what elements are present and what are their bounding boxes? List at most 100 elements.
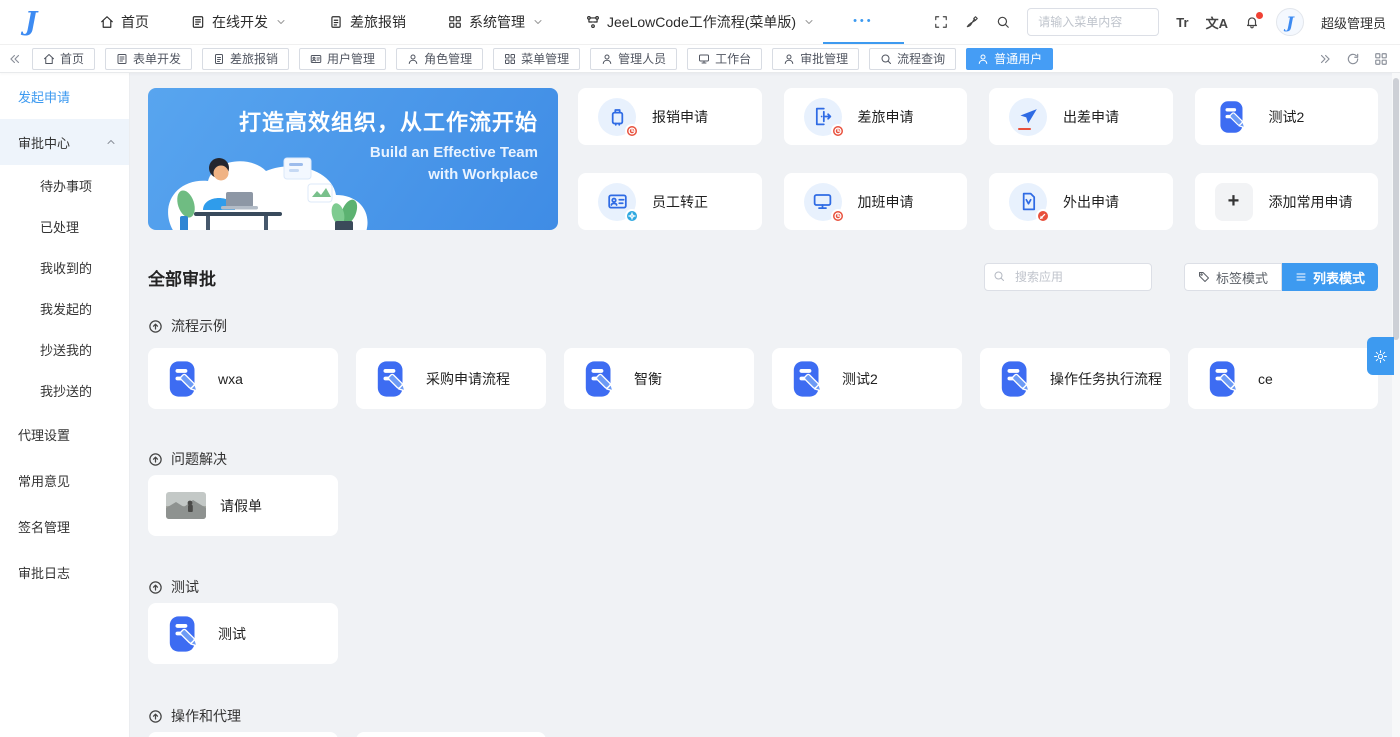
nav-more-button[interactable]: •••	[823, 0, 904, 44]
app-card-ce[interactable]: ce	[1188, 348, 1378, 409]
banner-illustration	[156, 132, 378, 230]
tab-user-mgmt[interactable]: 用户管理	[299, 48, 386, 70]
test-cards: 测试	[148, 603, 1378, 664]
tab-label: 首页	[60, 50, 84, 67]
tab-layout-grid-icon[interactable]	[1374, 52, 1388, 66]
section-header-test[interactable]: 测试	[148, 577, 1378, 597]
tab-flow-query[interactable]: 流程查询	[869, 48, 956, 70]
tab-home[interactable]: 首页	[32, 48, 95, 70]
door-exit-icon	[804, 98, 842, 136]
vertical-scrollbar[interactable]	[1392, 73, 1400, 737]
tag-mode-button[interactable]: 标签模式	[1184, 263, 1282, 291]
tab-workbench[interactable]: 工作台	[687, 48, 762, 70]
sidebar-item-approval-log[interactable]: 审批日志	[0, 549, 129, 595]
tab-travel-expense[interactable]: 差旅报销	[202, 48, 289, 70]
flow-doc-icon	[166, 360, 204, 398]
quick-app-overtime[interactable]: 加班申请	[784, 173, 968, 230]
tab-form-dev[interactable]: 表单开发	[105, 48, 192, 70]
tab-menu-mgmt[interactable]: 菜单管理	[493, 48, 580, 70]
doc-icon	[329, 15, 343, 29]
tabs-scroll-right-icon[interactable]	[1318, 52, 1332, 66]
quick-app-label: 添加常用申请	[1269, 192, 1353, 212]
quick-app-travel[interactable]: 差旅申请	[784, 88, 968, 145]
app-card-purchase-flow[interactable]: 采购申请流程	[356, 348, 546, 409]
nav-online-dev[interactable]: 在线开发	[191, 0, 287, 44]
tab-approval-mgmt[interactable]: 审批管理	[772, 48, 859, 70]
quick-app-label: 加班申请	[858, 192, 914, 212]
quick-app-business-trip[interactable]: 出差申请	[989, 88, 1173, 145]
sidebar-item-cc-to-me[interactable]: 抄送我的	[0, 329, 129, 370]
sidebar-group-approval-center[interactable]: 审批中心	[0, 119, 129, 165]
nav-travel-expense[interactable]: 差旅报销	[329, 0, 406, 44]
sidebar-item-label: 我收到的	[40, 258, 92, 277]
section-header-ops-and-proxy[interactable]: 操作和代理	[148, 706, 1378, 726]
tab-normal-user[interactable]: 普通用户	[966, 48, 1053, 70]
gear-icon	[1373, 349, 1388, 364]
quick-app-label: 报销申请	[652, 107, 708, 127]
nav-jeelowcode-workflow[interactable]: JeeLowCode工作流程(菜单版)	[586, 0, 815, 44]
sidebar-item-label: 我抄送的	[40, 381, 92, 400]
list-mode-button[interactable]: 列表模式	[1282, 263, 1378, 291]
app-logo[interactable]: J	[0, 7, 62, 37]
tabs-scroll-left-icon[interactable]	[8, 52, 22, 66]
fullscreen-icon[interactable]	[934, 15, 948, 29]
sidebar-item-todo[interactable]: 待办事项	[0, 165, 129, 206]
sidebar-item-label: 发起申请	[18, 87, 70, 106]
quick-app-label: 出差申请	[1063, 107, 1119, 127]
app-card-partial[interactable]	[356, 732, 546, 737]
quick-app-test2[interactable]: 测试2	[1195, 88, 1379, 145]
menu-search-input[interactable]	[1027, 8, 1159, 36]
app-card-zhiheng[interactable]: 智衡	[564, 348, 754, 409]
settings-gear-button[interactable]	[1367, 337, 1394, 375]
app-card-task-exec-flow[interactable]: 操作任务执行流程	[980, 348, 1170, 409]
app-card-wxa[interactable]: wxa	[148, 348, 338, 409]
quick-app-expense[interactable]: 报销申请	[578, 88, 762, 145]
tab-bar: 首页 表单开发 差旅报销 用户管理 角色管理 菜单管理 管理人员 工作台 审批管…	[0, 45, 1400, 73]
sidebar-item-label: 我发起的	[40, 299, 92, 318]
list-mode-label: 列表模式	[1313, 268, 1365, 287]
quick-app-go-out[interactable]: 外出申请	[989, 173, 1173, 230]
section-header-flow-examples[interactable]: 流程示例	[148, 316, 1378, 336]
open-tabs: 首页 表单开发 差旅报销 用户管理 角色管理 菜单管理 管理人员 工作台 审批管…	[32, 48, 1308, 70]
refresh-icon[interactable]	[1346, 52, 1360, 66]
translate-icon[interactable]: 文A	[1206, 13, 1228, 32]
notification-bell-icon[interactable]	[1245, 15, 1259, 29]
app-card-test[interactable]: 测试	[148, 603, 338, 664]
sidebar-item-label: 抄送我的	[40, 340, 92, 359]
scrollbar-thumb[interactable]	[1393, 78, 1399, 340]
sidebar-item-received[interactable]: 我收到的	[0, 247, 129, 288]
quick-app-regularization[interactable]: 员工转正	[578, 173, 762, 230]
sidebar-item-my-cc[interactable]: 我抄送的	[0, 370, 129, 411]
tab-role-mgmt[interactable]: 角色管理	[396, 48, 483, 70]
sidebar-item-processed[interactable]: 已处理	[0, 206, 129, 247]
flow-doc-icon	[582, 360, 620, 398]
quick-app-label: 员工转正	[652, 192, 708, 212]
section-header-problem-solving[interactable]: 问题解决	[148, 449, 1378, 469]
theme-brush-icon[interactable]	[965, 15, 979, 29]
username[interactable]: 超级管理员	[1321, 13, 1386, 32]
sidebar-item-initiated[interactable]: 我发起的	[0, 288, 129, 329]
section-title: 测试	[171, 577, 199, 597]
app-card-label: 测试	[218, 624, 246, 644]
search-icon[interactable]	[996, 15, 1010, 29]
quick-app-label: 差旅申请	[858, 107, 914, 127]
font-size-icon[interactable]: Tr	[1176, 15, 1188, 30]
nav-home[interactable]: 首页	[100, 0, 149, 44]
quick-app-add-favorite[interactable]: + 添加常用申请	[1195, 173, 1379, 230]
app-card-leave-form[interactable]: 请假单	[148, 475, 338, 536]
page-layout: 发起申请 审批中心 待办事项 已处理 我收到的 我发起的 抄送我的 我抄送的 代…	[0, 73, 1400, 737]
sidebar-item-signature-mgmt[interactable]: 签名管理	[0, 503, 129, 549]
plus-icon: +	[1215, 183, 1253, 221]
tabbar-controls	[1318, 52, 1392, 66]
nav-system-mgmt[interactable]: 系统管理	[448, 0, 544, 44]
tab-admins[interactable]: 管理人员	[590, 48, 677, 70]
sidebar-item-common-opinions[interactable]: 常用意见	[0, 457, 129, 503]
app-card-test2[interactable]: 测试2	[772, 348, 962, 409]
app-search-input[interactable]	[984, 263, 1152, 291]
chevron-down-icon	[803, 16, 815, 28]
sidebar-item-proxy-settings[interactable]: 代理设置	[0, 411, 129, 457]
ops-proxy-cards	[148, 732, 1378, 737]
sidebar-item-start-request[interactable]: 发起申请	[0, 73, 129, 119]
app-card-partial[interactable]	[148, 732, 338, 737]
avatar[interactable]: J	[1276, 8, 1304, 36]
